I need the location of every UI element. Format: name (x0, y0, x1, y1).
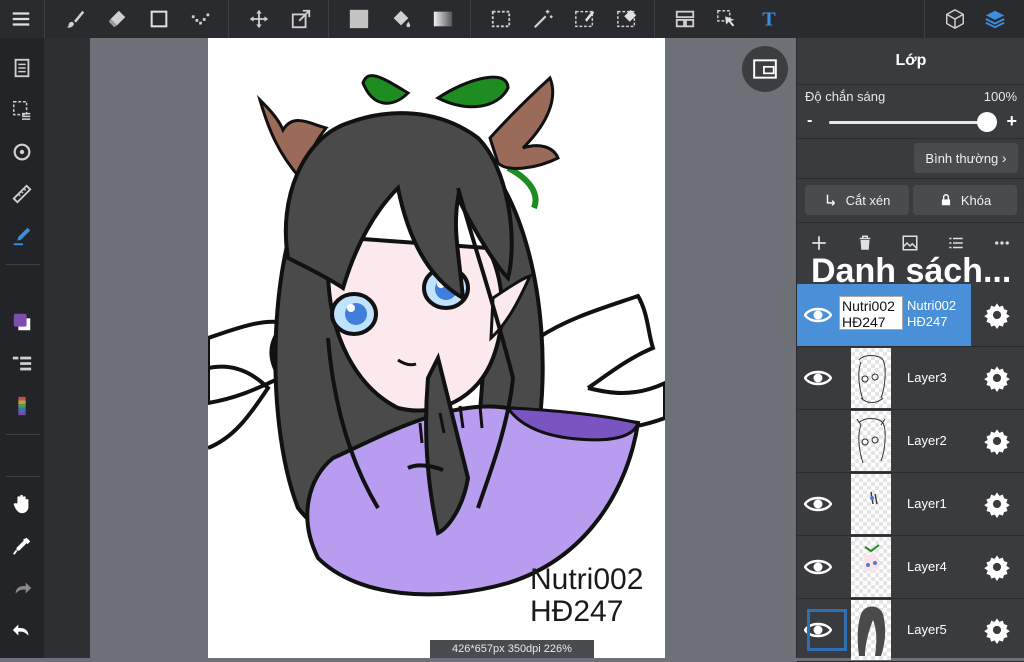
layer-name-line-2: HĐ247 (907, 314, 948, 329)
opacity-decrease-button[interactable]: - (807, 112, 812, 130)
left-toolbar (0, 38, 44, 658)
eye-icon[interactable] (803, 491, 833, 517)
opacity-slider[interactable] (829, 121, 987, 124)
thumb-line-1: Nutri002 (842, 298, 895, 314)
color-palette-icon[interactable] (4, 388, 40, 424)
lock-icon (941, 194, 950, 206)
layer-row[interactable]: Layer1 (797, 473, 1024, 536)
move-icon[interactable] (242, 2, 276, 36)
undo-icon[interactable] (4, 612, 40, 648)
layer-name: Nutri002 HĐ247 (907, 298, 956, 330)
layer-name: Layer3 (907, 370, 947, 385)
ruler-icon[interactable] (4, 176, 40, 212)
select-move-icon[interactable] (710, 2, 744, 36)
panel-title: Lớp (895, 52, 927, 69)
gear-icon[interactable] (983, 301, 1011, 329)
import-image-icon[interactable] (895, 232, 925, 254)
reference-window-button[interactable] (742, 46, 788, 92)
signature-text: Nutri002 HĐ247 (530, 564, 643, 628)
pages-icon[interactable] (4, 50, 40, 86)
blend-mode-label: Bình thường (925, 151, 999, 166)
signature-line-2: HĐ247 (530, 595, 624, 628)
text-icon[interactable]: T (752, 2, 786, 36)
shape-icon[interactable] (142, 2, 176, 36)
chevron-right-icon: › (1001, 150, 1007, 166)
clip-icon (826, 194, 835, 206)
layer-row[interactable]: Nutri002 HĐ247 Nutri002 HĐ247 (797, 284, 1024, 347)
layer-properties-icon[interactable] (4, 346, 40, 382)
delete-layer-icon[interactable] (850, 232, 880, 254)
gear-icon[interactable] (983, 490, 1011, 518)
layer-thumbnail (851, 411, 891, 471)
layer-row[interactable]: Layer5 (797, 599, 1024, 662)
reference-window-icon (753, 59, 777, 79)
3d-icon[interactable] (938, 2, 972, 36)
layer-name: Layer2 (907, 433, 947, 448)
eyedropper-icon[interactable] (4, 528, 40, 564)
layer-thumbnail (851, 348, 891, 408)
opacity-slider-handle[interactable] (977, 112, 997, 132)
opacity-increase-button[interactable]: + (1006, 111, 1017, 132)
eye-icon[interactable] (803, 365, 833, 391)
clip-button[interactable]: Cắt xén (805, 185, 909, 215)
layer-name: Layer5 (907, 622, 947, 637)
selection-menu-icon[interactable] (4, 92, 40, 128)
add-layer-icon[interactable] (804, 232, 834, 254)
transform-icon[interactable] (284, 2, 318, 36)
layer-row[interactable]: Layer3 (797, 347, 1024, 410)
svg-text:T: T (762, 8, 776, 30)
drawing-canvas[interactable]: Nutri002 HĐ247 (208, 38, 665, 658)
snap-pen-icon[interactable] (4, 218, 40, 254)
gradient-icon[interactable] (426, 2, 460, 36)
gear-icon[interactable] (983, 364, 1011, 392)
clip-label: Cắt xén (845, 192, 891, 208)
select-eraser-icon[interactable] (610, 2, 644, 36)
more-options-icon[interactable] (987, 232, 1017, 254)
lock-label: Khóa (960, 192, 992, 208)
rotate-canvas-icon[interactable] (4, 134, 40, 170)
layer-row[interactable]: Layer4 (797, 536, 1024, 599)
layer-row[interactable]: Layer2 (797, 410, 1024, 473)
layer-thumbnail (851, 537, 891, 597)
redo-icon[interactable] (4, 570, 40, 606)
select-rect-icon[interactable] (484, 2, 518, 36)
layer-panel: Lớp Độ chắn sáng 100% - + Bình thường › … (796, 38, 1024, 662)
opacity-value: 100% (983, 89, 1017, 104)
top-toolbar: T (0, 0, 1024, 38)
gear-icon[interactable] (983, 616, 1011, 644)
gear-icon[interactable] (983, 553, 1011, 581)
layer-name-line-1: Nutri002 (907, 298, 957, 313)
layer-name: Layer1 (907, 496, 947, 511)
bucket-icon[interactable] (384, 2, 418, 36)
color-swatch-icon[interactable] (4, 304, 40, 340)
layer-list-icon[interactable] (941, 232, 971, 254)
select-pen-icon[interactable] (568, 2, 602, 36)
blend-mode-select[interactable]: Bình thường › (914, 143, 1018, 173)
dots-icon[interactable] (184, 2, 218, 36)
side-strip (44, 38, 90, 658)
layer-name: Layer4 (907, 559, 947, 574)
fill-color-icon[interactable] (342, 2, 376, 36)
layer-thumbnail (851, 474, 891, 534)
brush-icon[interactable] (58, 2, 92, 36)
eye-icon[interactable] (803, 554, 833, 580)
signature-line-1: Nutri002 (530, 563, 644, 596)
layout-icon[interactable] (668, 2, 702, 36)
canvas-status: 426*657px 350dpi 226% (430, 640, 594, 658)
layers-icon[interactable] (978, 2, 1012, 36)
gear-icon[interactable] (983, 427, 1011, 455)
magic-wand-icon[interactable] (526, 2, 560, 36)
thumb-line-2: HĐ247 (842, 314, 886, 330)
eraser-icon[interactable] (100, 2, 134, 36)
layer-thumbnail (851, 600, 891, 660)
lock-button[interactable]: Khóa (913, 185, 1017, 215)
layer-thumbnail: Nutri002 HĐ247 (839, 296, 903, 330)
menu-icon[interactable] (4, 2, 38, 36)
eye-icon[interactable] (803, 302, 833, 328)
opacity-label: Độ chắn sáng (805, 89, 886, 104)
touch-highlight (807, 609, 847, 651)
hand-icon[interactable] (4, 486, 40, 522)
